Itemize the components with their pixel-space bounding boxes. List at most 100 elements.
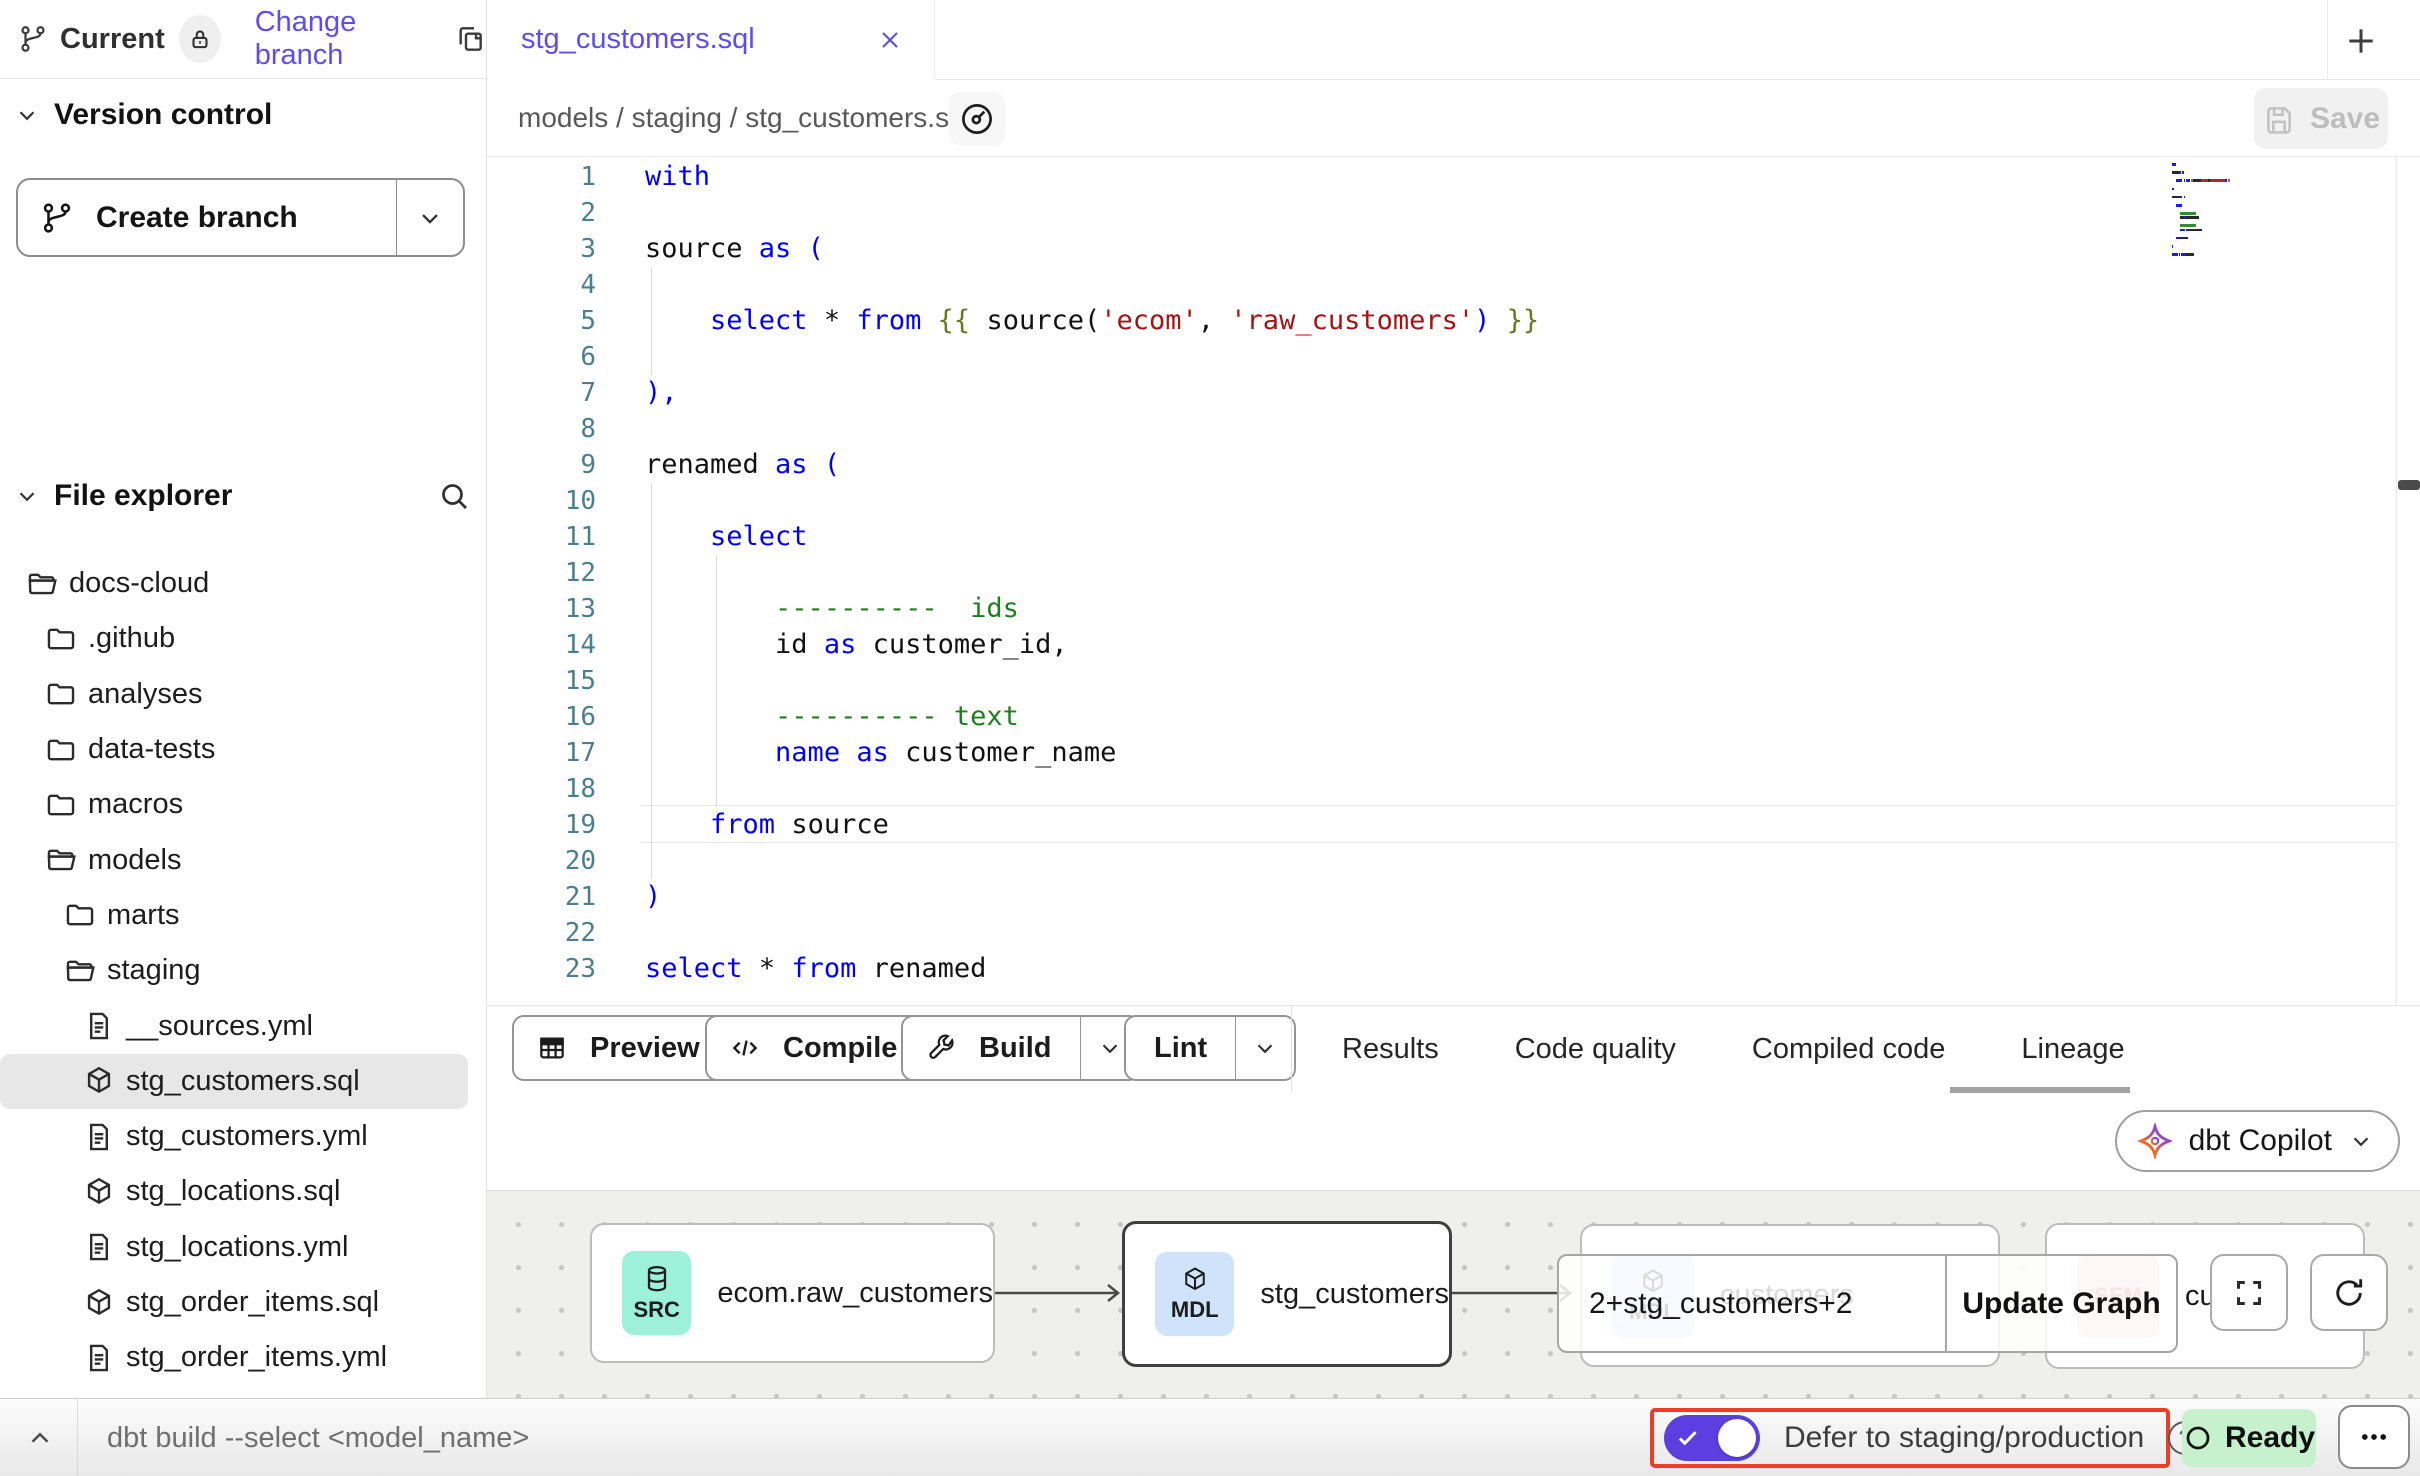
new-tab-button[interactable]	[2338, 18, 2384, 64]
folder-icon	[44, 677, 78, 711]
code-line-7: ),	[645, 375, 1539, 411]
create-branch-dropdown[interactable]	[397, 180, 463, 255]
chevron-down-icon	[1097, 1035, 1123, 1061]
tree-item-label: staging	[107, 954, 201, 987]
chevron-down-icon[interactable]	[14, 102, 40, 128]
code-line-1: with	[645, 159, 1539, 195]
tree-item-models[interactable]: models	[0, 832, 486, 887]
minimap[interactable]	[2172, 163, 2322, 257]
build-label: Build	[973, 1032, 1058, 1065]
tree-item-label: .github	[88, 622, 175, 655]
tree-item-data-tests[interactable]: data-tests	[0, 722, 486, 777]
cube-icon	[1180, 1265, 1210, 1295]
lineage-canvas[interactable]: SRC ecom.raw_customers MDL stg_customers…	[487, 1190, 2420, 1398]
version-control-section: Version control	[14, 98, 272, 132]
tree-item-docs-cloud[interactable]: docs-cloud	[0, 556, 486, 611]
editor-border	[2396, 157, 2397, 1005]
compile-button[interactable]: Compile	[705, 1015, 927, 1081]
file-explorer-section: File explorer	[14, 478, 472, 514]
model-icon	[82, 1286, 116, 1320]
tab-results[interactable]: Results	[1342, 1033, 1439, 1066]
code-line-8	[645, 411, 1539, 447]
tab-lineage[interactable]: Lineage	[2021, 1033, 2124, 1066]
folder-open-icon	[25, 567, 59, 601]
ready-label: Ready	[2225, 1421, 2315, 1455]
tab-compiled-code[interactable]: Compiled code	[1752, 1033, 1945, 1066]
save-icon	[2262, 102, 2296, 136]
tree-item-stg-customers-yml[interactable]: stg_customers.yml	[0, 1109, 486, 1164]
sidebar: Current Change branch Version control	[0, 0, 487, 1398]
toggle-knob	[1718, 1419, 1756, 1457]
fullscreen-button[interactable]	[2210, 1254, 2288, 1331]
folder-icon	[63, 898, 97, 932]
tree-item-staging[interactable]: staging	[0, 943, 486, 998]
tree-item-analyses[interactable]: analyses	[0, 667, 486, 722]
code-line-16: ---------- text	[645, 699, 1539, 735]
lint-dropdown[interactable]	[1235, 1017, 1294, 1079]
gauge-icon[interactable]	[949, 92, 1005, 146]
tree-item-stg-locations-sql[interactable]: stg_locations.sql	[0, 1164, 486, 1219]
tree-item-stg-customers-sql[interactable]: stg_customers.sql	[0, 1054, 468, 1109]
tree-item-stg-order-items-yml[interactable]: stg_order_items.yml	[0, 1330, 486, 1385]
code-line-15	[645, 663, 1539, 699]
dbt-copilot-button[interactable]: dbt Copilot	[2115, 1110, 2400, 1172]
build-button[interactable]: Build	[901, 1015, 1141, 1081]
code-line-3: source as (	[645, 231, 1539, 267]
change-branch-link[interactable]: Change branch	[255, 6, 428, 72]
code-lines[interactable]: withsource as ( select * from {{ source(…	[645, 159, 1539, 987]
tab-code-quality[interactable]: Code quality	[1515, 1033, 1676, 1066]
tree-item-label: __sources.yml	[126, 1010, 313, 1043]
save-button[interactable]: Save	[2254, 88, 2388, 149]
tree-item-label: stg_order_items.yml	[126, 1341, 387, 1374]
tab-title: stg_customers.sql	[521, 23, 755, 56]
folder-icon	[44, 788, 78, 822]
tab-stg-customers-sql[interactable]: stg_customers.sql	[487, 0, 935, 79]
lint-button[interactable]: Lint	[1124, 1015, 1296, 1081]
code-editor[interactable]: 1234567891011121314151617181920212223 wi…	[487, 157, 2396, 1005]
lock-icon	[187, 26, 213, 52]
collapse-panel-button[interactable]	[18, 1419, 62, 1457]
lineage-selector-input[interactable]: 2+stg_customers+2	[1559, 1256, 1945, 1351]
folder-open-icon	[63, 954, 97, 988]
code-line-11: select	[645, 519, 1539, 555]
code-line-10	[645, 483, 1539, 519]
current-branch-label: Current	[60, 23, 165, 56]
tree-item--sources-yml[interactable]: __sources.yml	[0, 998, 486, 1053]
copy-icon[interactable]	[454, 23, 486, 55]
create-branch-main[interactable]: Create branch	[18, 180, 397, 255]
branch-topbar: Current Change branch	[0, 0, 486, 79]
tree-item-stg-locations-yml[interactable]: stg_locations.yml	[0, 1220, 486, 1275]
breadcrumb: models / staging / stg_customers.sql	[518, 102, 971, 134]
defer-toggle[interactable]	[1664, 1415, 1760, 1461]
create-branch-button[interactable]: Create branch	[16, 178, 465, 257]
folder-open-icon	[44, 843, 78, 877]
lineage-node-source[interactable]: SRC ecom.raw_customers	[590, 1223, 995, 1363]
file-tree: docs-cloud .github analysesdata-testsmacro…	[0, 556, 486, 1385]
tree-item-marts[interactable]: marts	[0, 888, 486, 943]
status-bar: Defer to staging/production ? Ready	[0, 1398, 2420, 1476]
chevron-down-icon	[416, 204, 444, 232]
tree-item-stg-order-items-sql[interactable]: stg_order_items.sql	[0, 1275, 486, 1330]
lint-label: Lint	[1148, 1032, 1213, 1065]
tree-item-macros[interactable]: macros	[0, 777, 486, 832]
tree-item--github[interactable]: .github	[0, 611, 486, 666]
scrollbar-thumb[interactable]	[2398, 480, 2420, 490]
command-input[interactable]	[105, 1413, 1409, 1463]
defer-label: Defer to staging/production	[1784, 1421, 2144, 1455]
check-icon	[1674, 1424, 1702, 1452]
code-line-18	[645, 771, 1539, 807]
more-options-button[interactable]	[2338, 1405, 2410, 1469]
preview-button[interactable]: Preview	[512, 1015, 730, 1081]
chevron-down-icon[interactable]	[14, 483, 40, 509]
toolbar-divider	[1291, 1006, 1292, 1094]
breadcrumb-row: models / staging / stg_customers.sql Sav…	[487, 80, 2420, 157]
code-line-2	[645, 195, 1539, 231]
statusbar-divider	[77, 1399, 78, 1476]
lineage-node-stg-customers[interactable]: MDL stg_customers	[1122, 1221, 1452, 1367]
search-icon[interactable]	[436, 478, 472, 514]
update-graph-button[interactable]: Update Graph	[1945, 1256, 2176, 1351]
refresh-button[interactable]	[2310, 1254, 2388, 1331]
close-icon[interactable]	[876, 26, 904, 54]
lineage-edge	[992, 1281, 1132, 1305]
save-label: Save	[2310, 102, 2380, 136]
